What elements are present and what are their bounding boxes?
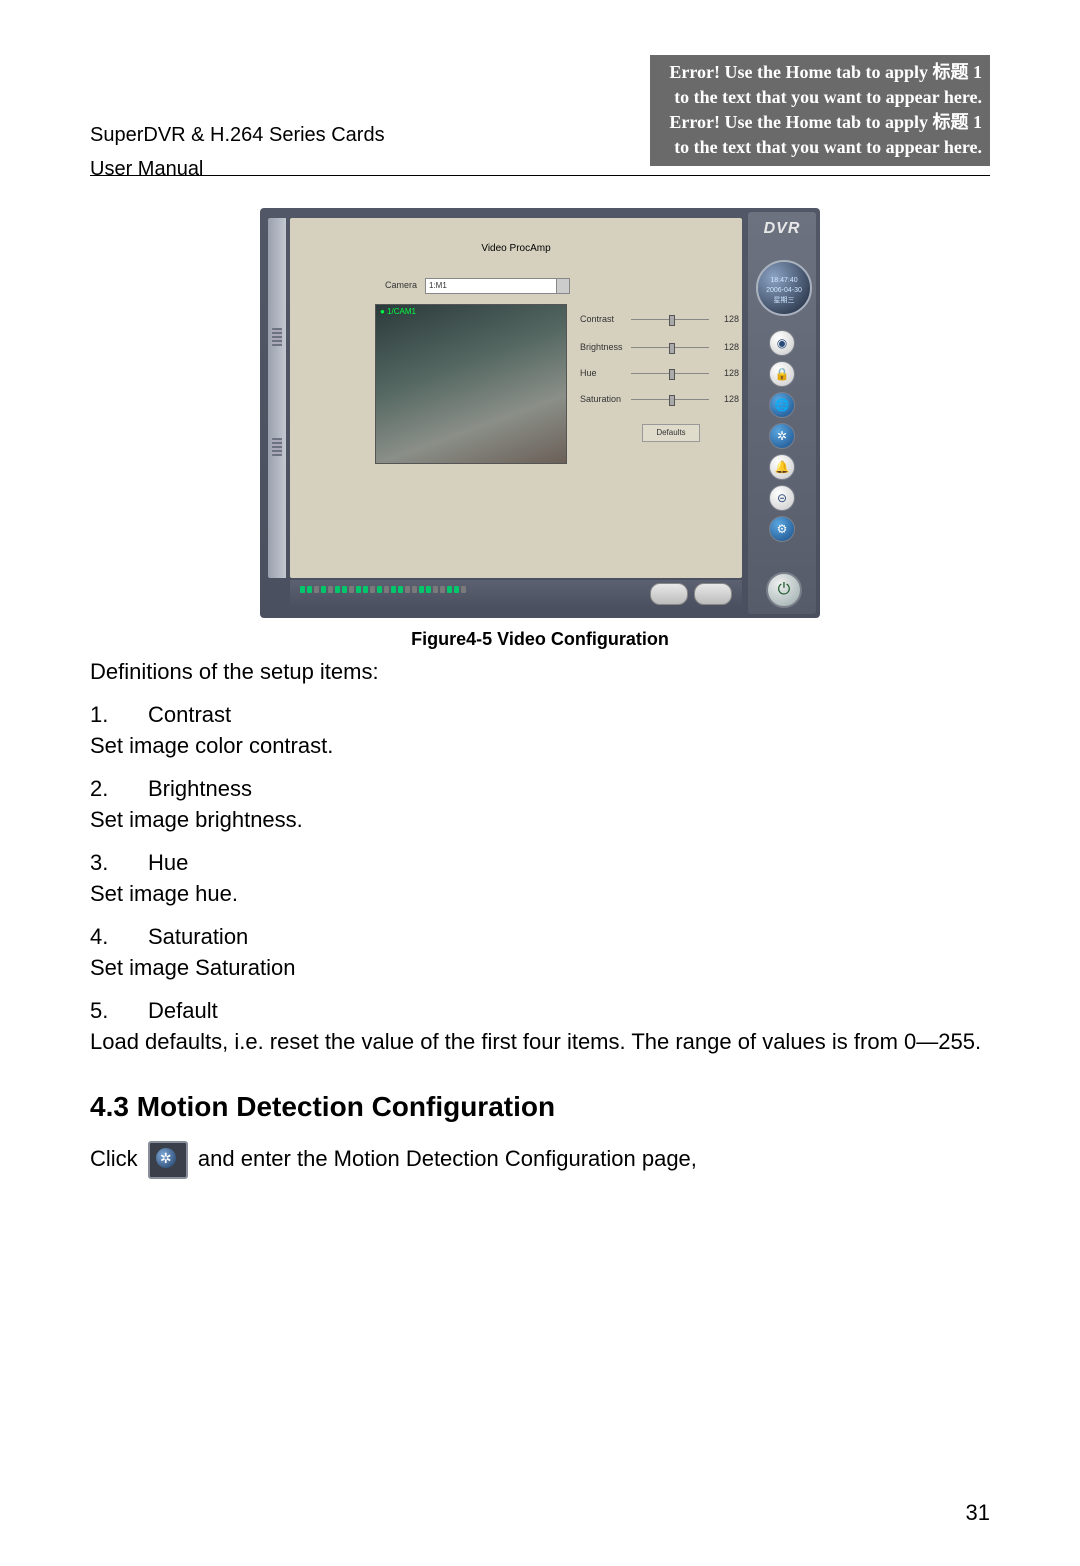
bottom-bar bbox=[290, 580, 742, 608]
left-grip-icon bbox=[272, 438, 282, 456]
definitions-intro: Definitions of the setup items: bbox=[90, 656, 990, 687]
settings-icon[interactable]: ⚙ bbox=[769, 516, 795, 542]
globe-icon[interactable]: 🌐 bbox=[769, 392, 795, 418]
definition-item-2: 2.Brightness Set image brightness. bbox=[90, 773, 990, 835]
definition-item-4: 4.Saturation Set image Saturation bbox=[90, 921, 990, 983]
brightness-label: Brightness bbox=[580, 342, 628, 352]
section-heading: 4.3 Motion Detection Configuration bbox=[90, 1091, 990, 1123]
definition-item-1: 1.Contrast Set image color contrast. bbox=[90, 699, 990, 761]
figure-caption: Figure4-5 Video Configuration bbox=[90, 629, 990, 650]
contrast-label: Contrast bbox=[580, 314, 628, 324]
contrast-slider[interactable] bbox=[631, 319, 709, 320]
header-rule bbox=[90, 175, 990, 176]
motion-icon[interactable]: ✲ bbox=[769, 423, 795, 449]
contrast-row: Contrast 128 bbox=[580, 314, 760, 324]
saturation-value: 128 bbox=[717, 394, 739, 404]
doc-type: User Manual bbox=[90, 152, 385, 186]
bottom-btn-1[interactable] bbox=[650, 583, 688, 605]
page-number: 31 bbox=[966, 1500, 990, 1526]
definition-item-3: 3.Hue Set image hue. bbox=[90, 847, 990, 909]
defaults-button[interactable]: Defaults bbox=[642, 424, 700, 442]
lock-icon[interactable]: 🔒 bbox=[769, 361, 795, 387]
header-error-banner: Error! Use the Home tab to apply 标题 1 to… bbox=[650, 55, 990, 166]
bottom-btn-2[interactable] bbox=[694, 583, 732, 605]
camera-select[interactable]: 1:M1 bbox=[425, 278, 570, 294]
figure: Video ProcAmp Camera 1:M1 ● 1/CAM1 Contr… bbox=[90, 208, 990, 650]
camera-preview: ● 1/CAM1 bbox=[375, 304, 567, 464]
camera-label: Camera bbox=[385, 280, 417, 290]
contrast-value: 128 bbox=[717, 314, 739, 324]
saturation-label: Saturation bbox=[580, 394, 628, 404]
clock-dial: 18:47:40 2006-04-30 星期三 bbox=[756, 260, 812, 316]
click-post: and enter the Motion Detection Configura… bbox=[198, 1146, 697, 1171]
panel-title: Video ProcAmp bbox=[290, 243, 742, 254]
channel-leds bbox=[300, 586, 466, 593]
video-config-screenshot: Video ProcAmp Camera 1:M1 ● 1/CAM1 Contr… bbox=[260, 208, 820, 618]
power-button[interactable]: ⏻ bbox=[766, 572, 802, 608]
alarm-icon[interactable]: 🔔 bbox=[769, 454, 795, 480]
dvr-logo: DVR bbox=[748, 220, 816, 238]
brightness-slider[interactable] bbox=[631, 347, 709, 348]
right-control-panel: DVR 18:47:40 2006-04-30 星期三 ◉ 🔒 🌐 ✲ � bbox=[748, 212, 816, 614]
hue-slider[interactable] bbox=[631, 373, 709, 374]
preview-overlay-label: ● 1/CAM1 bbox=[380, 307, 416, 316]
brightness-value: 128 bbox=[717, 342, 739, 352]
click-pre: Click bbox=[90, 1146, 144, 1171]
clock-text: 18:47:40 2006-04-30 星期三 bbox=[758, 276, 810, 306]
saturation-row: Saturation 128 bbox=[580, 394, 760, 404]
saturation-slider[interactable] bbox=[631, 399, 709, 400]
product-name: SuperDVR & H.264 Series Cards bbox=[90, 118, 385, 152]
definition-item-5: 5.Default Load defaults, i.e. reset the … bbox=[90, 995, 990, 1057]
hue-row: Hue 128 bbox=[580, 368, 760, 378]
hue-label: Hue bbox=[580, 368, 628, 378]
video-procamp-panel: Video ProcAmp Camera 1:M1 ● 1/CAM1 Contr… bbox=[290, 218, 742, 578]
left-grip-icon bbox=[272, 328, 282, 346]
brightness-row: Brightness 128 bbox=[580, 342, 760, 352]
record-icon[interactable]: ◉ bbox=[769, 330, 795, 356]
click-instruction: Click ✲ and enter the Motion Detection C… bbox=[90, 1141, 990, 1179]
hue-value: 128 bbox=[717, 368, 739, 378]
motion-detection-icon[interactable]: ✲ bbox=[148, 1141, 188, 1179]
schedule-icon[interactable]: ⊝ bbox=[769, 485, 795, 511]
left-tab-strip bbox=[268, 218, 286, 578]
